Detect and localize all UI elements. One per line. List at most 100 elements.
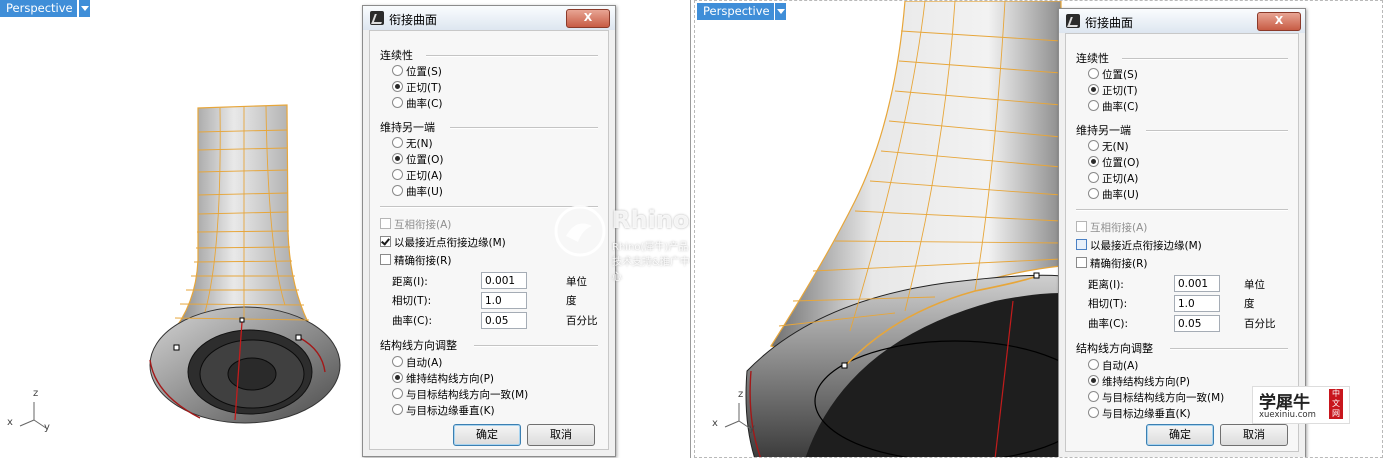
distance-unit: 单位 (566, 276, 587, 288)
option-label: 精确衔接(R) (1090, 258, 1148, 270)
match-closest-checkbox[interactable]: 以最接近点衔接边缘(M) (380, 235, 506, 250)
maintain-tangency-radio[interactable]: 正切(A) (1088, 171, 1138, 186)
continuity-position-radio[interactable]: 位置(S) (1088, 67, 1138, 82)
option-label: 正切(A) (1102, 173, 1139, 185)
radio-indicator (392, 372, 403, 383)
refine-match-checkbox[interactable]: 精确衔接(R) (380, 253, 452, 268)
match-closest-checkbox[interactable]: 以最接近点衔接边缘(M) (1076, 238, 1202, 253)
option-label: 无(N) (406, 138, 433, 150)
average-surfaces-checkbox[interactable]: 互相衔接(A) (380, 217, 451, 232)
viewport-tab-perspective[interactable]: Perspective (0, 0, 77, 17)
dialog-title: 衔接曲面 (1085, 16, 1134, 30)
radio-indicator (1088, 188, 1099, 199)
close-button[interactable]: X (1257, 12, 1301, 31)
option-label: 与目标边缘垂直(K) (1102, 408, 1191, 420)
refine-match-checkbox[interactable]: 精确衔接(R) (1076, 256, 1148, 271)
radio-indicator (392, 65, 403, 76)
options-divider (1076, 209, 1288, 211)
watermark-logo-icon (554, 205, 606, 257)
curvature-input[interactable]: 0.05 (481, 312, 527, 329)
continuity-tangency-radio[interactable]: 正切(T) (392, 80, 442, 95)
maintain-none-radio[interactable]: 无(N) (392, 136, 433, 151)
tangency-input[interactable]: 1.0 (1174, 295, 1220, 312)
distance-input[interactable]: 0.001 (481, 272, 527, 289)
maintain-divider (450, 127, 598, 129)
isocurve-perpendicular-radio[interactable]: 与目标边缘垂直(K) (1088, 406, 1191, 421)
continuity-tangency-radio[interactable]: 正切(T) (1088, 83, 1138, 98)
option-label: 维持结构线方向(P) (1102, 376, 1191, 388)
ok-button[interactable]: 确定 (453, 424, 521, 446)
radio-indicator (392, 356, 403, 367)
continuity-position-radio[interactable]: 位置(S) (392, 64, 442, 79)
tangency-unit: 度 (566, 295, 577, 307)
checkbox-indicator (380, 218, 391, 229)
cancel-button[interactable]: 取消 (527, 424, 595, 446)
maintain-none-radio[interactable]: 无(N) (1088, 139, 1129, 154)
tangency-input[interactable]: 1.0 (481, 292, 527, 309)
option-label: 互相衔接(A) (394, 219, 452, 231)
maintain-curvature-radio[interactable]: 曲率(U) (1088, 187, 1139, 202)
maintain-curvature-radio[interactable]: 曲率(U) (392, 184, 443, 199)
maintain-group-label: 维持另一端 (1076, 124, 1131, 137)
radio-indicator (392, 169, 403, 180)
isocurve-preserve-radio[interactable]: 维持结构线方向(P) (1088, 374, 1190, 389)
isocurve-divider (474, 345, 598, 347)
radio-indicator (1088, 359, 1099, 370)
isocurve-preserve-radio[interactable]: 维持结构线方向(P) (392, 371, 494, 386)
isocurve-match-target-radio[interactable]: 与目标结构线方向一致(M) (392, 387, 528, 402)
isocurve-group-label: 结构线方向调整 (1076, 342, 1153, 355)
dialog-titlebar[interactable]: 衔接曲面 X (1059, 9, 1305, 33)
option-label: 正切(T) (406, 82, 442, 94)
maintain-position-radio[interactable]: 位置(O) (1088, 155, 1139, 170)
checkbox-indicator (380, 236, 391, 247)
tangency-unit: 度 (1244, 298, 1255, 310)
dialog-titlebar[interactable]: 衔接曲面 X (363, 6, 615, 30)
radio-indicator (1088, 172, 1099, 183)
continuity-curvature-radio[interactable]: 曲率(C) (392, 96, 443, 111)
checkbox-indicator (380, 254, 391, 265)
option-label: 自动(A) (406, 357, 443, 369)
curvature-unit: 百分比 (1244, 318, 1276, 330)
radio-indicator (1088, 375, 1099, 386)
distance-label: 距离(I): (392, 276, 428, 288)
radio-indicator (392, 97, 403, 108)
isocurve-group-label: 结构线方向调整 (380, 339, 457, 352)
continuity-curvature-radio[interactable]: 曲率(C) (1088, 99, 1139, 114)
checkbox-indicator (1076, 239, 1087, 250)
viewport-tab-perspective[interactable]: Perspective (697, 3, 774, 20)
viewport-menu-arrow-icon[interactable] (774, 3, 786, 20)
viewport-menu-arrow-icon[interactable] (78, 0, 90, 17)
continuity-group-label: 连续性 (380, 49, 413, 62)
site-logo: 学犀牛 中文网 xuexiniu.com (1252, 386, 1350, 424)
average-surfaces-checkbox[interactable]: 互相衔接(A) (1076, 220, 1147, 235)
axis-z-label: z (33, 388, 39, 399)
radio-indicator (1088, 68, 1099, 79)
ok-button[interactable]: 确定 (1146, 424, 1214, 446)
option-label: 位置(O) (406, 154, 444, 166)
checkbox-indicator (1076, 257, 1087, 268)
option-label: 维持结构线方向(P) (406, 373, 495, 385)
isocurve-auto-radio[interactable]: 自动(A) (392, 355, 442, 370)
close-button[interactable]: X (566, 9, 610, 28)
option-label: 以最接近点衔接边缘(M) (1090, 240, 1202, 252)
radio-indicator (1088, 156, 1099, 167)
curvature-input[interactable]: 0.05 (1174, 315, 1220, 332)
maintain-tangency-radio[interactable]: 正切(A) (392, 168, 442, 183)
isocurve-divider (1170, 348, 1288, 350)
isocurve-perpendicular-radio[interactable]: 与目标边缘垂直(K) (392, 403, 495, 418)
isocurve-match-target-radio[interactable]: 与目标结构线方向一致(M) (1088, 390, 1224, 405)
curvature-unit: 百分比 (566, 315, 598, 327)
isocurve-auto-radio[interactable]: 自动(A) (1088, 358, 1138, 373)
axis-x-label: x (7, 417, 13, 428)
option-label: 位置(S) (1102, 69, 1138, 81)
radio-indicator (392, 404, 403, 415)
maintain-position-radio[interactable]: 位置(O) (392, 152, 443, 167)
tangency-label: 相切(T): (392, 295, 432, 307)
cancel-button[interactable]: 取消 (1220, 424, 1288, 446)
site-logo-url: xuexiniu.com (1259, 410, 1316, 420)
option-label: 曲率(U) (1102, 189, 1139, 201)
distance-input[interactable]: 0.001 (1174, 275, 1220, 292)
continuity-divider (1122, 58, 1288, 60)
option-label: 与目标结构线方向一致(M) (406, 389, 529, 401)
tangency-label: 相切(T): (1088, 298, 1128, 310)
